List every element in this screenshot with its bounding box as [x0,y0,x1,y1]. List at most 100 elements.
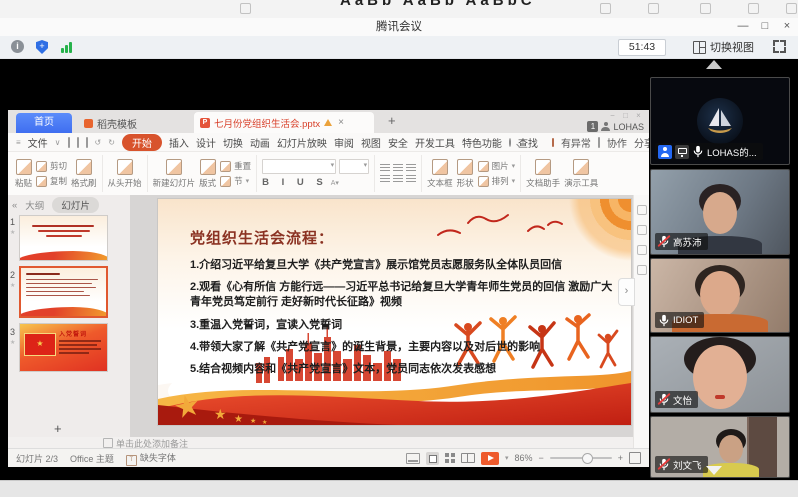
align-center-icon[interactable] [393,175,403,183]
share-label[interactable]: 分享 [634,135,649,150]
new-tab-button[interactable]: + [388,113,396,128]
side-tool-icon[interactable] [637,245,647,255]
side-tool-icon[interactable] [637,225,647,235]
menu-features[interactable]: 特色功能 [462,135,502,150]
scroll-down-arrow[interactable] [706,466,722,475]
redo-icon[interactable]: ↻ [108,138,115,147]
collab-label[interactable]: 协作 [607,135,627,150]
tab-close-icon[interactable]: × [338,117,344,128]
font-size-select[interactable] [339,159,369,174]
play-options-caret[interactable]: ▾ [505,454,509,462]
menu-animation[interactable]: 动画 [250,135,270,150]
switch-view-button[interactable]: 切换视图 [693,39,754,55]
wps-user-area[interactable]: 1 LOHAS [587,121,644,132]
preview-icon[interactable] [86,137,88,148]
copy-button[interactable]: 复制 [36,175,67,187]
section-icon [220,176,231,187]
menu-design[interactable]: 设计 [196,135,216,150]
format-painter-button[interactable]: 格式刷 [71,159,97,189]
side-tool-icon[interactable] [637,205,647,215]
menu-transition[interactable]: 切换 [223,135,243,150]
normal-view-icon[interactable] [426,452,439,465]
fit-slide-icon[interactable] [629,452,641,464]
layout-button[interactable]: 版式 [199,159,216,189]
arrange-button[interactable]: 排列▾ [478,175,516,187]
participant-tile[interactable]: IDIOT [650,258,790,333]
zoom-slider-knob[interactable] [582,453,593,464]
wps-close-button[interactable]: × [632,110,645,121]
maximize-button[interactable]: □ [754,18,776,36]
font-name-select[interactable] [262,159,336,174]
indent-icon[interactable] [406,164,416,172]
section-button[interactable]: 节▾ [220,175,251,187]
zoom-in-button[interactable]: + [618,453,623,463]
participant-tile[interactable]: 文怡 [650,336,790,413]
slideshow-play-button[interactable] [481,452,499,465]
warning-icon [324,119,332,126]
menu-review[interactable]: 审阅 [334,135,354,150]
add-slide-button[interactable]: + [54,421,62,436]
scroll-up-arrow[interactable] [706,60,722,69]
print-icon[interactable] [77,137,79,148]
play-from-start-button[interactable]: 从头开始 [108,159,142,189]
notification-badge[interactable]: 1 [587,121,598,132]
fullscreen-icon[interactable] [773,40,786,53]
cut-button[interactable]: 剪切 [36,160,67,172]
close-button[interactable]: × [776,18,798,36]
font-color-icon[interactable]: A▾ [331,179,339,187]
reading-view-icon[interactable] [461,453,475,463]
present-tools-button[interactable]: 演示工具 [564,159,598,189]
zoom-out-button[interactable]: − [538,453,543,463]
meeting-info-icon[interactable]: i [11,40,24,53]
missing-font-status[interactable]: T缺失字体 [126,451,176,466]
participant-tile[interactable]: LOHAS的... [650,77,790,165]
collapse-panel-icon[interactable]: « [12,200,17,211]
slide-canvas[interactable]: 党组织生活会流程： 1.介绍习近平给复旦大学《共产党宣言》展示馆党员志愿服务队全… [158,199,631,425]
textbox-button[interactable]: 文本框 [427,159,453,189]
panel-expand-handle[interactable]: › [618,278,635,306]
theme-label[interactable]: Office 主题 [70,452,114,465]
minimize-button[interactable]: — [732,18,754,36]
paste-button[interactable]: 粘贴 [15,159,32,189]
wps-tab-docer[interactable]: 稻壳模板 [76,113,174,133]
menu-start[interactable]: 开始 [122,134,162,151]
wps-tab-home[interactable]: 首页 [16,113,72,133]
save-icon[interactable] [68,137,70,148]
menu-devtools[interactable]: 开发工具 [415,135,455,150]
participant-tile[interactable]: 高苏沛 [650,169,790,255]
doc-assistant-button[interactable]: 文档助手 [526,159,560,189]
align-right-icon[interactable] [406,175,416,183]
wps-minimize-button[interactable]: − [606,110,619,121]
search-icon[interactable] [509,138,511,147]
file-menu[interactable]: 文件 [28,135,48,150]
shapes-button[interactable]: 形状 [457,159,474,189]
notes-toggle-icon[interactable] [406,453,420,464]
zoom-level[interactable]: 86% [514,453,532,463]
slide-sorter-icon[interactable] [445,453,449,457]
side-tool-icon[interactable] [637,265,647,275]
undo-icon[interactable]: ↺ [95,138,102,147]
outline-tab[interactable]: 大纲 [25,198,44,212]
reset-button[interactable]: 重置 [220,160,251,172]
slide-thumbnail-2-selected[interactable] [19,266,108,318]
wps-maximize-button[interactable]: □ [619,110,632,121]
font-style-buttons[interactable]: B I U S [262,177,328,188]
slide-thumbnail-1[interactable] [19,215,108,261]
zoom-slider[interactable] [550,457,612,459]
new-slide-button[interactable]: 新建幻灯片 [153,159,196,189]
menu-security[interactable]: 安全 [388,135,408,150]
bullet-list-icon[interactable] [380,164,390,172]
hamburger-icon[interactable]: ≡ [16,138,21,147]
picture-button[interactable]: 图片▾ [478,160,516,172]
wps-tab-document[interactable]: P 七月份党组织生活会.pptx × [194,112,374,133]
find-label[interactable]: 查找 [518,135,538,150]
align-left-icon[interactable] [380,175,390,183]
menu-view[interactable]: 视图 [361,135,381,150]
sync-status[interactable]: 有异常 [561,135,591,150]
menu-slideshow[interactable]: 幻灯片放映 [277,135,327,150]
menu-insert[interactable]: 插入 [169,135,189,150]
slides-tab[interactable]: 幻灯片 [52,197,99,213]
security-shield-icon[interactable]: + [36,40,48,54]
numbered-list-icon[interactable] [393,164,403,172]
slide-thumbnail-3[interactable]: ★ 入党誓词 [19,323,108,372]
